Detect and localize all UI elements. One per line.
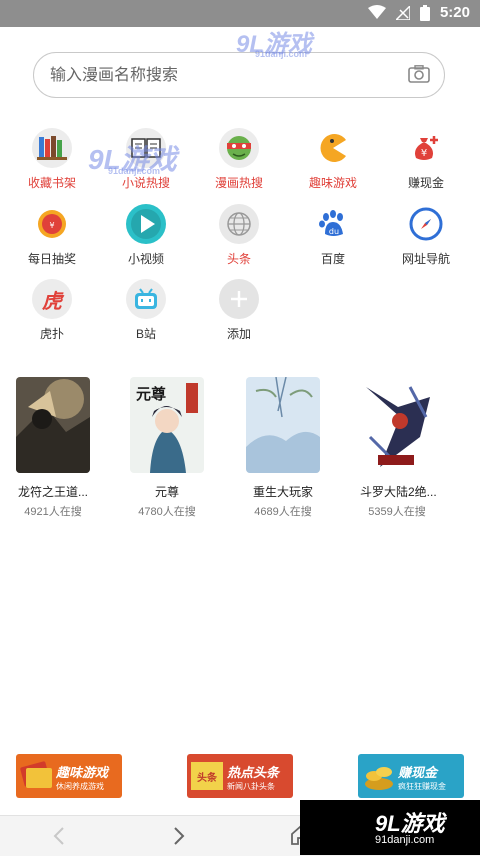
book-card[interactable]: 斗罗大陆2绝... 5359人在搜 xyxy=(360,377,437,519)
no-signal-icon xyxy=(395,5,410,20)
bookshelf-icon xyxy=(32,128,72,168)
book-card[interactable]: 龙符之王道... 4921人在搜 xyxy=(16,377,90,519)
shortcut-label: 每日抽奖 xyxy=(27,252,76,266)
shortcut-headlines[interactable]: 头条 xyxy=(199,204,279,267)
watermark-domain: 91danji.com xyxy=(108,166,161,176)
shortcut-label: 添加 xyxy=(226,327,251,341)
baidu-paw-icon: du xyxy=(313,204,353,244)
shortcut-label: 漫画热搜 xyxy=(214,176,263,190)
headline-badge: 头条 xyxy=(191,762,223,790)
shortcut-label: 头条 xyxy=(226,252,251,266)
gold-coins-icon xyxy=(365,767,393,790)
shortcut-fun-games[interactable]: 趣味游戏 xyxy=(293,128,373,191)
svg-text:¥: ¥ xyxy=(421,148,427,159)
banner-subtitle: 疯狂狂赚现金 xyxy=(398,782,446,791)
banner-fun-games[interactable]: 趣味游戏 休闲养成游戏 xyxy=(16,754,122,798)
game-card-icon xyxy=(20,761,52,788)
shortcut-label: 趣味游戏 xyxy=(308,176,357,190)
shortcut-short-video[interactable]: 小视频 xyxy=(106,204,186,267)
plus-icon xyxy=(219,279,259,319)
money-bag-icon: ¥ xyxy=(406,128,446,168)
shortcut-daily-lottery[interactable]: ¥ 每日抽奖 xyxy=(12,204,92,267)
book-title: 元尊 xyxy=(154,485,179,499)
book-title: 斗罗大陆2绝... xyxy=(360,485,437,499)
book-title: 龙符之王道... xyxy=(17,485,88,499)
search-count: 4689人在搜 xyxy=(254,506,312,518)
clock: 5:20 xyxy=(439,4,470,21)
shortcut-hupu[interactable]: 虎 虎扑 xyxy=(12,279,92,342)
banner-subtitle: 休闲养成游戏 xyxy=(56,782,104,791)
shortcut-label: 小视频 xyxy=(127,252,164,266)
svg-text:¥: ¥ xyxy=(49,221,54,230)
banner-subtitle: 新闻八卦头条 xyxy=(227,782,275,791)
banner-title: 热点头条 xyxy=(227,765,280,780)
shortcut-label: 收藏书架 xyxy=(27,176,76,190)
lottery-icon: ¥ xyxy=(32,204,72,244)
shortcut-label: B站 xyxy=(135,327,156,341)
shortcut-comic-hot[interactable]: 漫画热搜 xyxy=(199,128,279,191)
shortcut-add[interactable]: 添加 xyxy=(199,279,279,342)
search-count: 4921人在搜 xyxy=(24,506,82,518)
book-card[interactable]: 重生大玩家 4689人在搜 xyxy=(246,377,320,519)
book-cover xyxy=(360,377,434,473)
search-count: 5359人在搜 xyxy=(368,506,426,518)
play-icon xyxy=(126,204,166,244)
wifi-icon xyxy=(367,5,386,19)
banner-title: 赚现金 xyxy=(398,765,438,780)
bilibili-icon xyxy=(126,279,166,319)
book-cover: 元尊 xyxy=(130,377,204,473)
status-bar: 5:20 xyxy=(0,0,480,27)
shortcut-label: 赚现金 xyxy=(407,176,444,190)
shortcut-baidu[interactable]: du 百度 xyxy=(293,204,373,267)
book-title: 重生大玩家 xyxy=(252,485,313,499)
svg-text:du: du xyxy=(329,227,339,236)
shortcut-site-nav[interactable]: 网址导航 xyxy=(386,204,466,267)
globe-icon xyxy=(219,204,259,244)
camera-icon[interactable] xyxy=(408,65,430,83)
book-card[interactable]: 元尊 元尊 4780人在搜 xyxy=(130,377,204,519)
compass-icon xyxy=(406,204,446,244)
watermark-domain: 91danji.com xyxy=(255,49,308,59)
battery-icon xyxy=(419,4,430,21)
banner-title: 趣味游戏 xyxy=(56,765,109,780)
shortcut-label: 虎扑 xyxy=(39,327,64,341)
banner-hot-headlines[interactable]: 头条 热点头条 新闻八卦头条 xyxy=(187,754,293,798)
forward-arrow-icon[interactable] xyxy=(172,826,186,846)
book-cover xyxy=(246,377,320,473)
watermark-domain: 91danji.com xyxy=(375,834,435,846)
search-count: 4780人在搜 xyxy=(138,506,196,518)
shortcut-label: 网址导航 xyxy=(401,252,450,266)
shortcut-bilibili[interactable]: B站 xyxy=(106,279,186,342)
shortcut-bookshelf[interactable]: 收藏书架 xyxy=(12,128,92,191)
turtle-icon xyxy=(219,128,259,168)
hupu-icon: 虎 xyxy=(32,279,72,319)
shortcut-earn-cash[interactable]: ¥ 赚现金 xyxy=(386,128,466,191)
watermark-corner: 9L游戏 91danji.com xyxy=(300,800,480,855)
shortcut-label: 百度 xyxy=(320,252,345,266)
search-input[interactable] xyxy=(48,63,392,89)
banner-earn-cash[interactable]: 赚现金 疯狂狂赚现金 xyxy=(358,754,464,798)
book-cover xyxy=(16,377,90,473)
pacman-icon xyxy=(313,128,353,168)
cover-title: 元尊 xyxy=(136,385,167,403)
back-arrow-icon[interactable] xyxy=(52,826,66,846)
